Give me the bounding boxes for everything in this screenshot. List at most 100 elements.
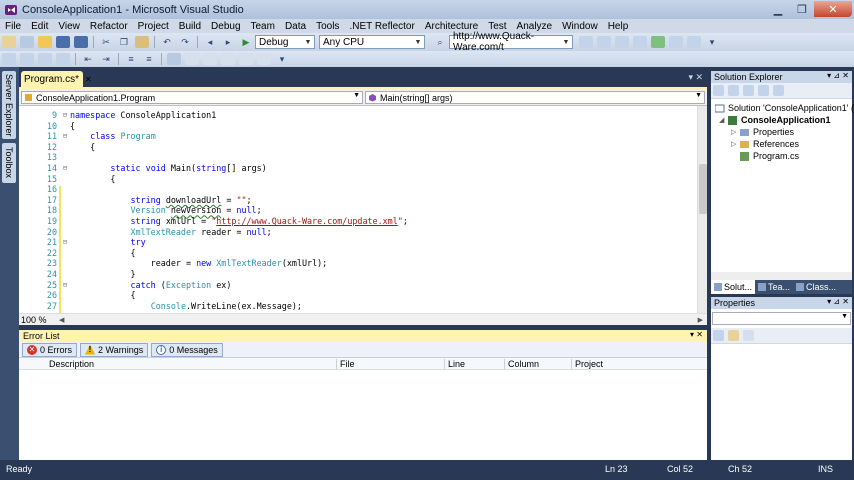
code-line[interactable]: 14 ⊟ static void Main(string[] args): [19, 163, 697, 174]
menu-architecture[interactable]: Architecture: [420, 21, 483, 32]
code-text[interactable]: string xmlUrl = "http://www.Quack-Ware.c…: [70, 216, 408, 227]
code-text[interactable]: catch (Exception ex): [70, 280, 232, 291]
fold-toggle-icon[interactable]: ⊟: [61, 110, 69, 121]
code-line[interactable]: 11 ⊟ class Program: [19, 131, 697, 142]
types-dropdown[interactable]: ConsoleApplication1.Program ▼: [21, 91, 363, 104]
column-description[interactable]: Description: [49, 359, 94, 369]
code-text[interactable]: {: [70, 174, 115, 185]
minimize-button[interactable]: ▁: [766, 1, 790, 17]
code-line[interactable]: 23 reader = new XmlTextReader(xmlUrl);: [19, 258, 697, 269]
start-debugging-icon[interactable]: ▶: [239, 36, 253, 48]
code-text[interactable]: {: [70, 142, 95, 153]
menu-test[interactable]: Test: [483, 21, 511, 32]
code-text[interactable]: static void Main(string[] args): [70, 163, 266, 174]
members-dropdown[interactable]: Main(string[] args) ▼: [365, 91, 705, 104]
code-text[interactable]: try: [70, 237, 146, 248]
code-editor[interactable]: ConsoleApplication1.Program ▼ Main(strin…: [19, 87, 707, 325]
menu-window[interactable]: Window: [557, 21, 603, 32]
code-area[interactable]: 9 ⊟ namespace ConsoleApplication1 10{11 ⊟ cl…: [19, 108, 697, 315]
menu-build[interactable]: Build: [174, 21, 206, 32]
messages-filter-button[interactable]: i 0 Messages: [151, 342, 223, 357]
code-text[interactable]: string downloadUrl = "";: [70, 195, 252, 206]
panel-controls-icon[interactable]: ▾ ✕: [690, 330, 703, 339]
server-explorer-tab[interactable]: Server Explorer: [2, 71, 16, 139]
code-line[interactable]: 24 }: [19, 269, 697, 280]
solution-explorer-icon[interactable]: [597, 36, 611, 48]
scroll-left-icon[interactable]: ◀: [55, 316, 68, 324]
code-text[interactable]: {: [70, 121, 75, 132]
object-browser-icon[interactable]: [633, 36, 647, 48]
errors-filter-button[interactable]: ✕ 0 Errors: [22, 342, 78, 357]
toolbox-tab[interactable]: Toolbox: [2, 143, 16, 183]
next-bookmark-folder-icon[interactable]: [239, 53, 253, 65]
code-line[interactable]: 19 string xmlUrl = "http://www.Quack-War…: [19, 216, 697, 227]
menu-edit[interactable]: Edit: [26, 21, 53, 32]
menu-net-reflector[interactable]: .NET Reflector: [344, 21, 419, 32]
zoom-level[interactable]: 100 %: [19, 315, 55, 325]
increase-indent-icon[interactable]: ⇥: [99, 53, 113, 65]
fold-toggle-icon[interactable]: ⊟: [61, 280, 69, 291]
code-line[interactable]: 26 {: [19, 290, 697, 301]
menu-file[interactable]: File: [0, 21, 26, 32]
categorized-icon[interactable]: [713, 330, 724, 341]
tab-program-cs[interactable]: Program.cs* ✕: [21, 71, 92, 87]
editor-vertical-scrollbar[interactable]: [697, 106, 707, 314]
new-project-icon[interactable]: [2, 36, 16, 48]
previous-bookmark-folder-icon[interactable]: [221, 53, 235, 65]
code-text[interactable]: reader = new XmlTextReader(xmlUrl);: [70, 258, 328, 269]
code-line[interactable]: 9 ⊟ namespace ConsoleApplication1: [19, 110, 697, 121]
code-text[interactable]: Console.WriteLine(ex.Message);: [70, 301, 302, 312]
open-folder-icon[interactable]: [38, 36, 52, 48]
column-separator[interactable]: [444, 359, 445, 369]
code-text[interactable]: class Program: [70, 131, 156, 142]
scroll-thumb[interactable]: [699, 164, 707, 214]
find-icon[interactable]: ⌕: [433, 36, 447, 48]
property-pages-icon[interactable]: [743, 330, 754, 341]
collapse-icon[interactable]: ◢: [719, 116, 727, 124]
menu-analyze[interactable]: Analyze: [512, 21, 558, 32]
solution-configuration-select[interactable]: Debug ▼: [255, 35, 315, 49]
navigate-back-icon[interactable]: ◂: [203, 36, 217, 48]
panel-controls-icon[interactable]: ▾ ⊿ ✕: [827, 297, 849, 306]
toolbox-icon[interactable]: [651, 36, 665, 48]
tab-solution-explorer[interactable]: Solut...: [711, 280, 756, 294]
quick-info-icon[interactable]: [38, 53, 52, 65]
code-line[interactable]: 22 {: [19, 248, 697, 259]
code-line[interactable]: 25 ⊟ catch (Exception ex): [19, 280, 697, 291]
member-list-icon[interactable]: [2, 53, 16, 65]
menu-debug[interactable]: Debug: [206, 21, 245, 32]
properties-window-icon[interactable]: [615, 36, 629, 48]
tab-class-view[interactable]: Class...: [793, 280, 839, 294]
find-combo[interactable]: http://www.Quack-Ware.com/t ▼: [449, 31, 573, 53]
menu-help[interactable]: Help: [603, 21, 634, 32]
redo-icon[interactable]: ↷: [178, 36, 192, 48]
maximize-button[interactable]: ❐: [790, 1, 814, 17]
refresh-icon[interactable]: [743, 85, 754, 96]
save-icon[interactable]: [56, 36, 70, 48]
scroll-track[interactable]: [68, 316, 693, 324]
paste-icon[interactable]: [135, 36, 149, 48]
save-all-icon[interactable]: [74, 36, 88, 48]
column-separator[interactable]: [336, 359, 337, 369]
fold-toggle-icon[interactable]: ⊟: [61, 131, 69, 142]
tree-project[interactable]: ◢ ConsoleApplication1: [719, 115, 831, 125]
parameter-info-icon[interactable]: [20, 53, 34, 65]
code-line[interactable]: 20 XmlTextReader reader = null;: [19, 227, 697, 238]
tab-team-explorer[interactable]: Tea...: [755, 280, 793, 294]
scroll-right-icon[interactable]: ▶: [694, 316, 707, 324]
extension-manager-icon[interactable]: [687, 36, 701, 48]
code-line[interactable]: 21 ⊟ try: [19, 237, 697, 248]
menu-project[interactable]: Project: [133, 21, 174, 32]
code-line[interactable]: 15 {: [19, 174, 697, 185]
close-tab-icon[interactable]: ✕: [85, 75, 92, 84]
comment-out-icon[interactable]: ≡: [124, 53, 138, 65]
tree-references[interactable]: ▷ References: [731, 139, 799, 149]
menu-refactor[interactable]: Refactor: [85, 21, 133, 32]
column-separator[interactable]: [504, 359, 505, 369]
start-page-icon[interactable]: [669, 36, 683, 48]
column-line[interactable]: Line: [448, 359, 465, 369]
solution-explorer-scrollbar[interactable]: [711, 272, 852, 280]
clear-bookmarks-icon[interactable]: [257, 53, 271, 65]
code-line[interactable]: 12 {: [19, 142, 697, 153]
tree-solution[interactable]: Solution 'ConsoleApplication1' (: [715, 103, 854, 113]
